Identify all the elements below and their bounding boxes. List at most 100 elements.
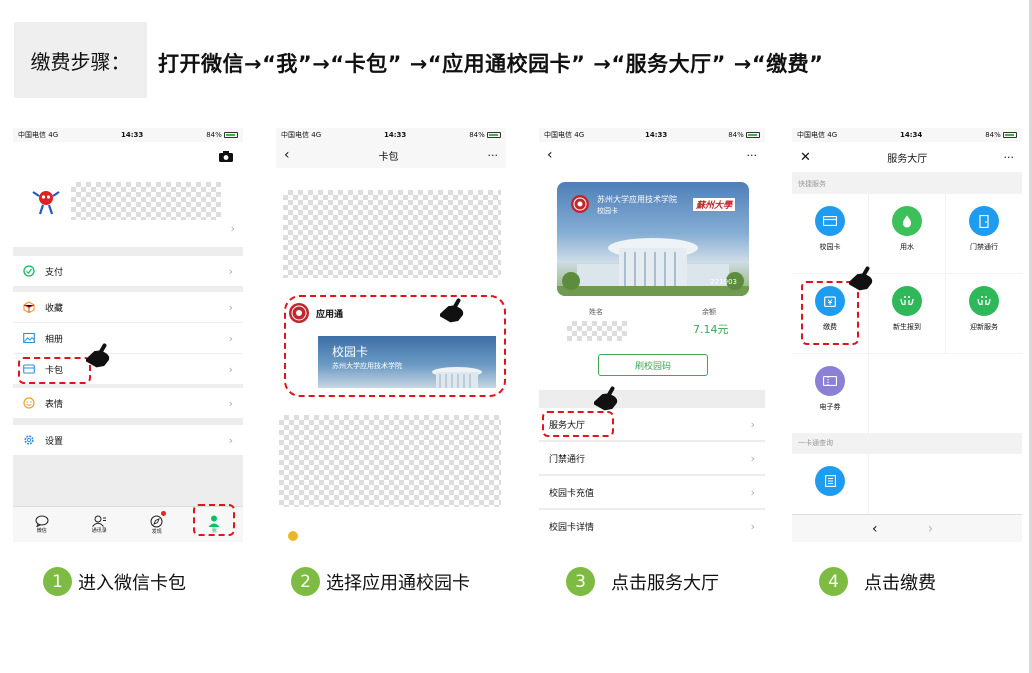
menu-item-settings[interactable]: 设置 ›	[13, 425, 243, 455]
avatar[interactable]	[31, 186, 61, 216]
phone-panel-service-hall: 中国电信 4G 14:34 84% ✕ 服务大厅 ··· 快捷服务 校园卡 用水…	[792, 128, 1022, 542]
service-e-coupon[interactable]: 电子券	[792, 354, 868, 433]
pointing-hand-icon	[849, 266, 873, 291]
service-access-control[interactable]: 门禁通行	[946, 194, 1022, 273]
status-bar: 中国电信 4G 14:33 84%	[539, 128, 765, 142]
service-campus-card[interactable]: 校园卡	[792, 194, 868, 273]
step-label: 点击服务大厅	[611, 572, 719, 594]
menu-item-stickers[interactable]: 表情 ›	[13, 388, 243, 418]
card-badge: 蘇州大學	[692, 198, 735, 211]
highlight-tab-me	[193, 504, 235, 536]
gear-icon	[24, 435, 34, 445]
battery-icon	[746, 132, 760, 138]
status-bar: 中国电信 4G 14:33 84%	[13, 128, 243, 142]
step-label: 进入微信卡包	[78, 572, 186, 594]
service-water[interactable]: 用水	[869, 194, 945, 273]
menu-item-card-details[interactable]: 校园卡详情 ›	[539, 510, 765, 542]
status-bar: 中国电信 4G 14:34 84%	[792, 128, 1022, 142]
pointing-hand-icon	[86, 343, 110, 368]
battery-icon	[487, 132, 501, 138]
favorites-icon	[23, 301, 35, 313]
service-card-query[interactable]	[792, 454, 868, 514]
freshman-icon	[892, 286, 922, 316]
menu-item-album[interactable]: 相册 ›	[13, 323, 243, 353]
section-card-query: 一卡通查询	[798, 439, 833, 447]
battery-icon	[1003, 132, 1017, 138]
card-number: 221903	[710, 278, 737, 286]
back-chevron-icon[interactable]: ‹	[547, 147, 553, 163]
pointing-hand-icon	[594, 386, 618, 411]
close-icon[interactable]: ✕	[800, 150, 811, 165]
phone-panel-me: 中国电信 4G 14:33 84% › 支付 › 收藏 › 相册 › 卡包 › 表情 › …	[13, 128, 243, 542]
highlight-campus-card	[284, 295, 506, 397]
step-label: 选择应用通校园卡	[326, 572, 470, 594]
list-icon	[815, 466, 845, 496]
contacts-icon	[92, 515, 107, 527]
menu-item-access-control[interactable]: 门禁通行 ›	[539, 442, 765, 474]
section-quick-services: 快捷服务	[798, 180, 826, 188]
step-2: 2 选择应用通校园卡	[291, 567, 470, 596]
chevron-right-icon: ›	[230, 222, 235, 235]
album-icon	[23, 332, 35, 344]
page-title: 服务大厅	[887, 153, 928, 165]
back-chevron-icon[interactable]: ‹	[872, 521, 878, 537]
card-redacted-2	[279, 415, 501, 507]
more-icon[interactable]: ···	[487, 149, 498, 162]
balance-value: 7.14元	[693, 323, 729, 336]
phone-panel-campus-card: 中国电信 4G 14:33 84% ‹ ··· 苏州大学应用技术学院 校园卡 蘇…	[539, 128, 765, 542]
camera-icon[interactable]	[219, 151, 233, 162]
highlight-card-pack	[18, 357, 91, 384]
status-bar: 中国电信 4G 14:33 84%	[276, 128, 506, 142]
step-label: 点击缴费	[864, 572, 936, 594]
tab-contacts[interactable]: 通讯录	[71, 507, 129, 542]
service-freshman-register[interactable]: 新生报到	[869, 274, 945, 353]
battery-icon	[224, 132, 238, 138]
highlight-service-hall	[542, 411, 614, 437]
step-3: 3 点击服务大厅	[566, 567, 719, 596]
header-steps: 打开微信→“我”→“卡包” →“应用通校园卡” →“服务大厅” →“缴费”	[158, 52, 824, 76]
menu-item-favorites[interactable]: 收藏 ›	[13, 292, 243, 322]
name-redacted	[567, 321, 627, 341]
step-number: 1	[43, 567, 72, 596]
service-welcome[interactable]: 迎新服务	[946, 274, 1022, 353]
balance-label: 余额	[702, 308, 716, 316]
pay-icon	[23, 265, 35, 277]
card-redacted-1	[283, 190, 501, 278]
school-logo-icon	[571, 195, 589, 213]
page-title: 卡包	[378, 151, 399, 163]
water-drop-icon	[892, 206, 922, 236]
notification-dot	[161, 511, 167, 516]
nav-bar: ‹ ···	[539, 142, 765, 168]
step-1: 1 进入微信卡包	[43, 567, 186, 596]
phone-panel-card-pack: 中国电信 4G 14:33 84% ‹ 卡包 ··· 应用通 校园卡 苏州大学应…	[276, 128, 506, 542]
chat-bubble-icon	[35, 515, 49, 527]
profile-header: ›	[13, 142, 243, 247]
tab-chats[interactable]: 微信	[13, 507, 71, 542]
menu-item-pay[interactable]: 支付 ›	[13, 256, 243, 286]
profile-name-redacted	[71, 182, 221, 220]
more-icon[interactable]: ···	[1004, 151, 1015, 164]
campus-card-image: 苏州大学应用技术学院 校园卡 蘇州大學 221903	[557, 182, 749, 296]
name-label: 姓名	[589, 308, 603, 316]
grid-empty-cell	[869, 354, 1022, 433]
header-label: 缴费步骤：	[14, 22, 147, 98]
step-number: 3	[566, 567, 595, 596]
menu-item-card-recharge[interactable]: 校园卡充值 ›	[539, 476, 765, 508]
nav-bar: ✕ 服务大厅 ···	[792, 142, 1022, 172]
grid-empty-cell-2	[869, 454, 1022, 514]
door-icon	[969, 206, 999, 236]
nav-bar: ‹ 卡包 ···	[276, 142, 506, 168]
more-icon[interactable]: ···	[746, 149, 757, 162]
step-4: 4 点击缴费	[819, 567, 936, 596]
scan-code-button[interactable]: 刷校园码	[598, 354, 708, 376]
tab-discover[interactable]: 发现	[128, 507, 186, 542]
pointing-hand-icon	[440, 298, 464, 323]
back-chevron-icon[interactable]: ‹	[284, 147, 290, 163]
browser-toolbar: ‹ ›	[792, 514, 1022, 542]
step-number: 2	[291, 567, 320, 596]
card-school: 苏州大学应用技术学院	[597, 195, 677, 204]
forward-chevron-icon[interactable]: ›	[928, 521, 934, 537]
compass-icon	[150, 515, 163, 527]
step-number: 4	[819, 567, 848, 596]
campus-card-icon	[815, 206, 845, 236]
